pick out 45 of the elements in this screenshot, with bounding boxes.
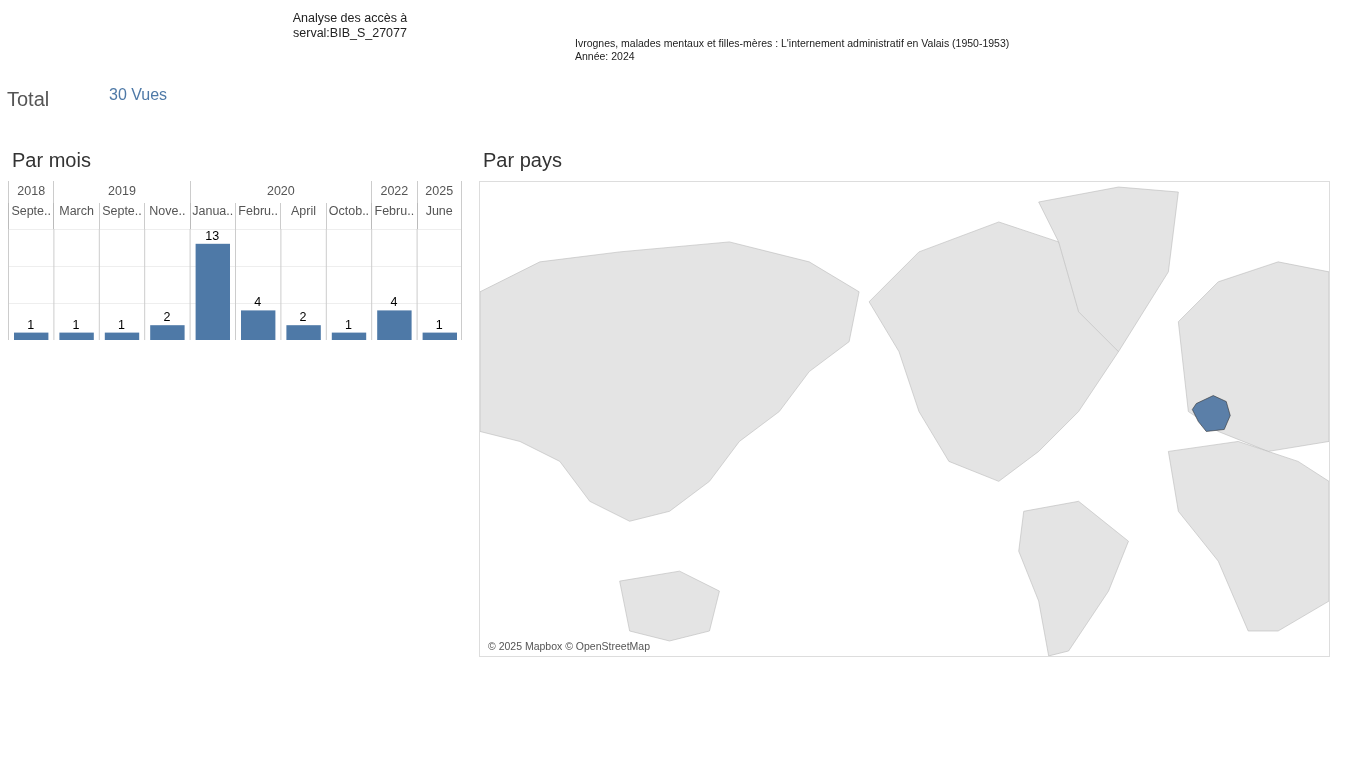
month-header: March	[53, 203, 99, 229]
year-header: 2025	[416, 181, 462, 203]
bar	[331, 332, 367, 340]
value-label: 1	[118, 317, 125, 332]
value-label: 4	[254, 295, 262, 310]
total-label: Total	[7, 88, 51, 111]
bar	[104, 332, 140, 340]
bar	[422, 332, 457, 340]
report-title-line: Analyse des accès à	[292, 11, 408, 26]
value-label: 1	[345, 317, 352, 332]
bar	[286, 325, 321, 340]
month-header: April	[280, 203, 326, 229]
document-year: Année: 2024	[575, 50, 636, 63]
bar	[241, 310, 276, 340]
bar	[150, 325, 185, 340]
year-header: 2020	[189, 181, 372, 203]
month-header: Septe..	[8, 203, 54, 229]
total-value: 30 Vues	[109, 86, 168, 104]
month-header: Septe..	[98, 203, 145, 229]
year-header: 2022	[371, 181, 417, 203]
report-title-line: serval:BIB_S_27077	[293, 26, 407, 41]
value-label: 2	[163, 310, 171, 325]
year-header: 2018	[8, 181, 54, 203]
month-header: Nove..	[144, 203, 190, 229]
map-attribution: © 2025 Mapbox © OpenStreetMap	[486, 639, 652, 653]
value-label: 1	[72, 317, 80, 332]
month-header: Febru..	[371, 203, 417, 229]
section-title: Par mois	[11, 149, 92, 173]
highlighted-country-shape[interactable]	[1192, 395, 1231, 432]
month-header: Janua..	[189, 203, 235, 229]
value-label: 4	[390, 295, 398, 310]
value-label: 1	[435, 317, 443, 332]
year-header: 2019	[53, 181, 190, 203]
value-label: 1	[27, 317, 35, 332]
section-title: Par pays	[482, 149, 563, 173]
month-header: June	[416, 203, 462, 229]
month-header: Febru..	[234, 203, 281, 229]
bar	[59, 332, 94, 340]
world-map[interactable]: © 2025 Mapbox © OpenStreetMap	[479, 181, 1330, 657]
month-header: Octob..	[325, 203, 372, 229]
bar	[14, 332, 49, 340]
value-label: 13	[205, 229, 220, 243]
value-label: 2	[299, 310, 307, 325]
bar	[377, 310, 412, 340]
document-title: Ivrognes, malades mentaux et filles-mères : L'internement administratif en Valais (1950-1953)	[575, 37, 1010, 50]
